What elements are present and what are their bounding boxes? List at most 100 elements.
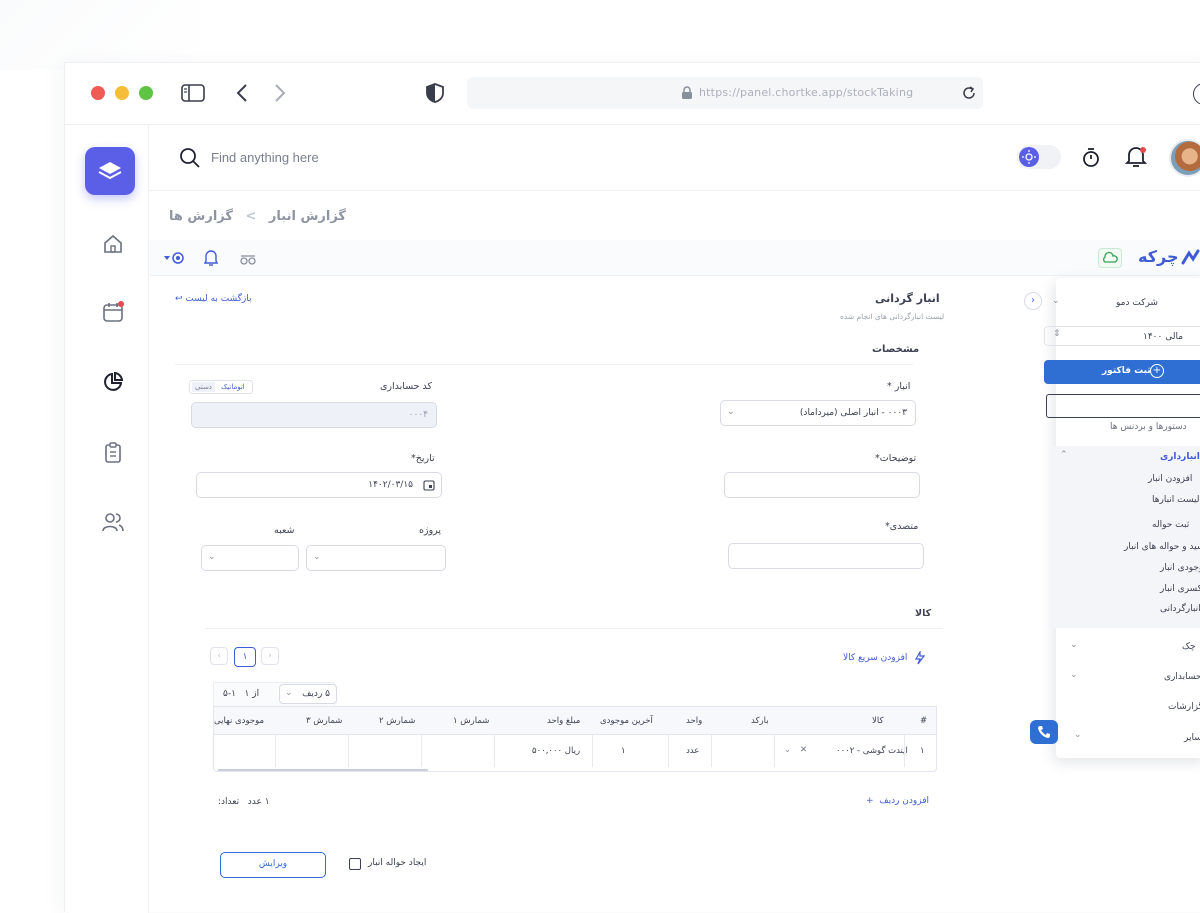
add-row-link[interactable]: افزودن ردیف + xyxy=(866,796,929,806)
shield-icon[interactable] xyxy=(425,82,445,104)
accounting-code-value: ۰۰۰۴ xyxy=(408,410,428,420)
cell-unit: عدد xyxy=(686,746,700,756)
menu-section-cheque[interactable]: چک xyxy=(1182,642,1196,652)
project-select[interactable]: ⌄ xyxy=(306,545,446,571)
description-field[interactable] xyxy=(724,472,920,498)
stocktaking-form: بازگشت به لیست ↩ انبار گردانی لیست انبار… xyxy=(175,278,945,898)
chevron-down-icon[interactable]: ⌄ xyxy=(1052,296,1060,306)
date-field[interactable]: ۱۴۰۲/۰۳/۱۵ xyxy=(196,472,442,498)
menu-section-accounting[interactable]: حسابداری xyxy=(1164,672,1200,682)
prev-page-button[interactable]: ‹ xyxy=(210,647,228,665)
accounting-code-field[interactable]: ۰۰۰۴ xyxy=(191,402,437,428)
section-specs: مشخصات xyxy=(872,344,920,355)
cell-last-stock: ۱ xyxy=(621,746,626,756)
menu-item-stocktaking[interactable]: انبارگردانی xyxy=(1160,604,1200,614)
col-unit-price: مبلغ واحد xyxy=(547,716,581,726)
collapse-menu-button[interactable]: › xyxy=(1024,292,1042,310)
fiscal-year-select[interactable]: مالی ۱۴۰۰ ⇕ xyxy=(1044,326,1200,346)
search-input[interactable]: Find anything here xyxy=(211,150,319,165)
chevron-down-icon: ⌄ xyxy=(313,552,321,562)
code-mode-switch[interactable]: دستی اتوماتیک xyxy=(189,380,253,394)
menu-item-warehouse-list[interactable]: لیست انبارها xyxy=(1152,495,1199,505)
chevron-down-icon[interactable]: ⌄ xyxy=(784,745,791,755)
download-icon[interactable] xyxy=(1193,83,1200,105)
sidebar-toggle-icon[interactable] xyxy=(181,83,205,103)
project-label: پروژه xyxy=(419,525,442,536)
rows-per-page-select[interactable]: ۵ ردیف ⌄ xyxy=(279,684,337,704)
warehouse-select[interactable]: ۰۰۰۳ - انبار اصلی (میرداماد) ⌄ xyxy=(720,400,916,426)
col-unit: واحد xyxy=(686,716,703,726)
notification-bell-icon[interactable] xyxy=(1125,145,1147,169)
menu-item-register-transfer[interactable]: ثبت حواله xyxy=(1152,520,1189,530)
company-name[interactable]: شرکت دمو xyxy=(1116,298,1158,308)
plus-circle-icon: + xyxy=(1150,364,1164,378)
page-range: از ۱ ۱-۵ xyxy=(223,689,260,699)
theme-toggle[interactable] xyxy=(1017,145,1061,169)
cloud-status-button[interactable] xyxy=(1098,248,1122,268)
embedded-toolbar: چرکه xyxy=(150,240,1200,276)
divider xyxy=(205,628,943,629)
maximize-window-button[interactable] xyxy=(139,86,153,100)
chevron-updown-icon: ⇕ xyxy=(1053,329,1061,339)
minimize-window-button[interactable] xyxy=(115,86,129,100)
create-transfer-checkbox[interactable] xyxy=(349,858,361,870)
chevron-up-icon[interactable]: ⌃ xyxy=(1060,450,1068,460)
cell-divider xyxy=(774,735,775,767)
chevron-down-icon[interactable]: ⌄ xyxy=(1070,670,1078,680)
user-avatar[interactable] xyxy=(1169,139,1200,177)
menu-item-receipts-transfers[interactable]: رسید و حواله های انبار xyxy=(1124,542,1200,552)
forward-arrow-icon[interactable] xyxy=(273,82,287,104)
responsible-field[interactable] xyxy=(728,543,924,569)
cloud-icon xyxy=(1103,251,1118,263)
horizontal-scrollbar[interactable] xyxy=(218,769,428,771)
breadcrumb-current[interactable]: گزارش انبار xyxy=(269,209,346,224)
menu-section-other[interactable]: سایر xyxy=(1184,733,1200,743)
cell-divider xyxy=(904,735,905,767)
clipboard-icon[interactable] xyxy=(102,441,124,463)
chevron-down-icon[interactable]: ⌄ xyxy=(1070,640,1078,650)
menu-section-warehouse[interactable]: انبارداری xyxy=(1160,452,1200,462)
date-label: تاریخ* xyxy=(411,453,435,464)
calendar-icon[interactable] xyxy=(102,301,124,323)
menu-search-input[interactable] xyxy=(1046,394,1200,418)
magic-bolt-icon[interactable] xyxy=(913,651,927,665)
home-icon[interactable] xyxy=(102,233,124,255)
menu-item-add-warehouse[interactable]: افزودن انبار xyxy=(1148,474,1192,484)
new-invoice-button[interactable]: ثبت فاکتور + xyxy=(1044,360,1200,384)
back-arrow-icon[interactable] xyxy=(235,82,249,104)
menu-item-warehouse-shortage[interactable]: کسری انبار xyxy=(1160,584,1200,594)
search-icon[interactable] xyxy=(179,147,201,169)
cell-divider xyxy=(421,735,422,767)
breadcrumb-parent[interactable]: گزارش ها xyxy=(169,209,233,224)
mode-manual-option[interactable]: دستی xyxy=(192,382,215,392)
clear-icon[interactable]: ✕ xyxy=(800,745,807,755)
bell-icon[interactable] xyxy=(204,249,218,267)
incognito-icon[interactable] xyxy=(240,251,256,265)
page-1-button[interactable]: ۱ xyxy=(234,647,256,667)
pie-chart-icon[interactable] xyxy=(102,371,124,393)
branch-select[interactable]: ⌄ xyxy=(201,545,299,571)
address-bar[interactable]: https://panel.chortke.app/stockTaking xyxy=(467,77,983,109)
users-icon[interactable] xyxy=(102,511,124,533)
create-transfer-label: ایجاد حواله انبار xyxy=(368,858,427,868)
close-window-button[interactable] xyxy=(91,86,105,100)
divider xyxy=(175,364,913,365)
menu-item-partial[interactable]: دستورها و بردنس ها xyxy=(1110,422,1187,432)
responsible-label: متصدی* xyxy=(885,521,919,532)
app-logo[interactable] xyxy=(85,147,135,195)
reload-icon[interactable] xyxy=(961,85,977,101)
quick-add-product-link[interactable]: افزودن سریع کالا xyxy=(843,653,907,663)
chevron-down-icon[interactable]: ⌄ xyxy=(1074,730,1082,740)
cell-divider xyxy=(275,735,276,767)
stopwatch-icon[interactable] xyxy=(1081,147,1101,169)
edit-button[interactable]: ویرایش xyxy=(220,852,326,878)
settings-dropdown-icon[interactable] xyxy=(164,250,186,266)
menu-item-warehouse-stock[interactable]: موجودی انبار xyxy=(1160,563,1200,573)
back-to-list-link[interactable]: بازگشت به لیست ↩ xyxy=(175,294,252,304)
menu-section-reports[interactable]: گزارشات xyxy=(1168,702,1200,712)
support-call-button[interactable] xyxy=(1030,720,1058,744)
mode-auto-option[interactable]: اتوماتیک xyxy=(218,382,248,392)
next-page-button[interactable]: › xyxy=(261,647,279,665)
cell-product[interactable]: ۰۰۰۲ - ایندت گوشی xyxy=(836,746,908,756)
calendar-icon[interactable] xyxy=(423,479,435,491)
